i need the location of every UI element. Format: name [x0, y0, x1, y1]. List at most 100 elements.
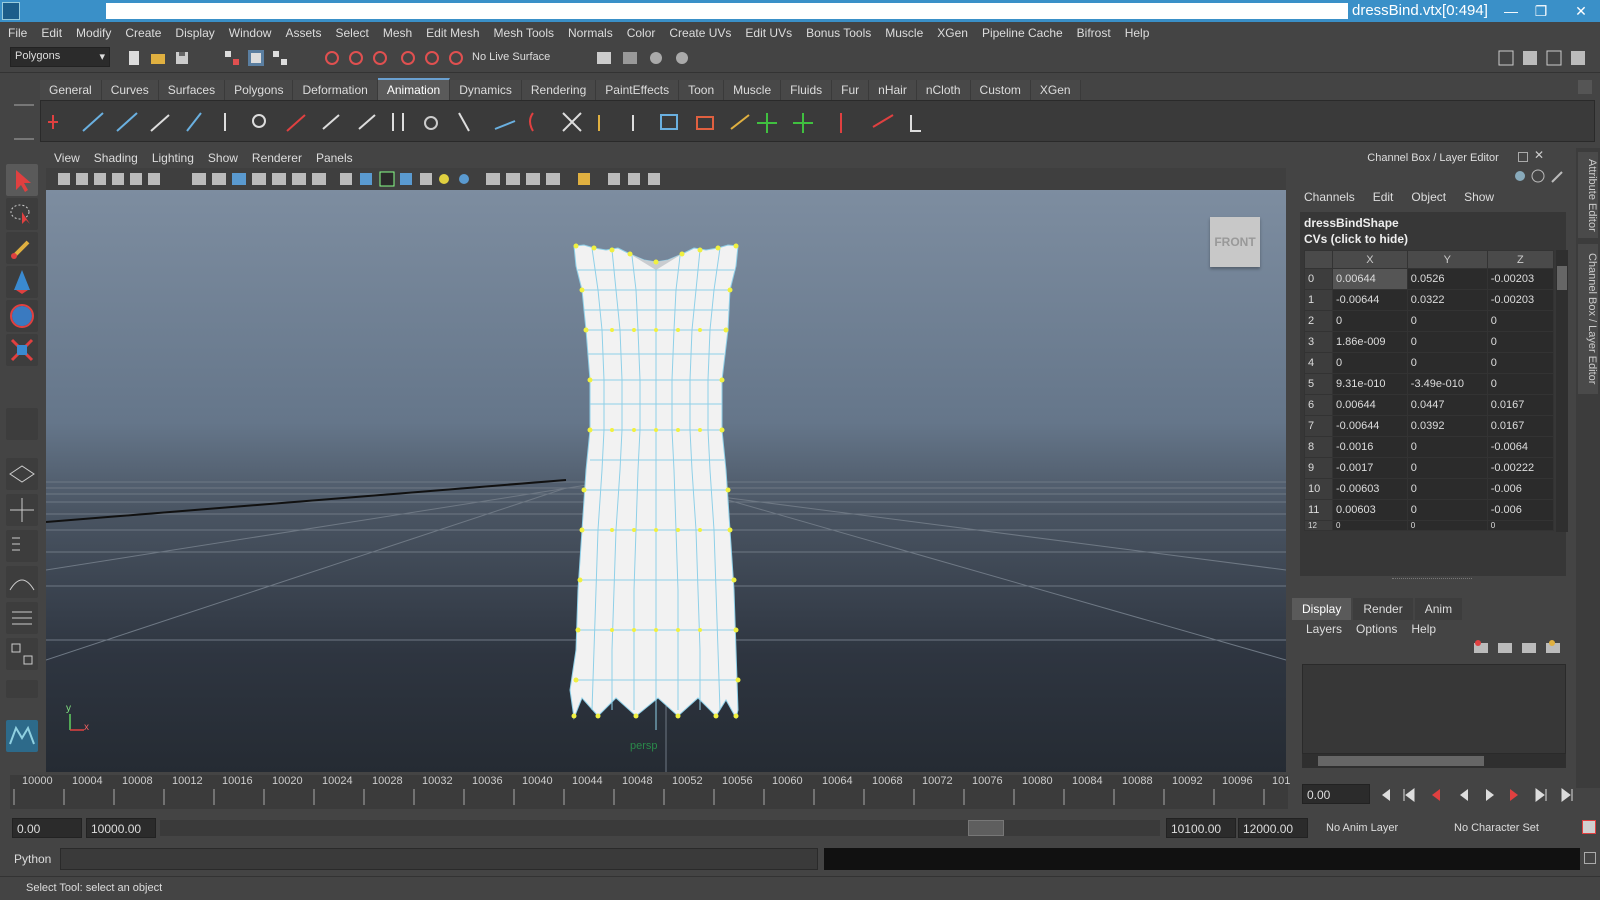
select-tool-icon[interactable]: [6, 164, 38, 196]
cv-z[interactable]: 0.0167: [1486, 394, 1555, 416]
menuset-dropdown[interactable]: Polygons ▾: [10, 47, 110, 67]
cv-x[interactable]: 0.00603: [1332, 499, 1408, 521]
outliner-layout-icon[interactable]: [6, 530, 38, 562]
shelf-tab-surfaces[interactable]: Surfaces: [158, 80, 226, 100]
script-editor-icon[interactable]: [1584, 852, 1596, 864]
snap-curve-icon[interactable]: [346, 48, 366, 68]
toggle-tool-settings-icon[interactable]: [1544, 48, 1564, 68]
menu-edit-mesh[interactable]: Edit Mesh: [426, 26, 479, 40]
menu-xgen[interactable]: XGen: [937, 26, 968, 40]
menu-muscle[interactable]: Muscle: [885, 26, 923, 40]
cv-x[interactable]: -0.00603: [1332, 478, 1408, 500]
playback-end-field[interactable]: 10100.00: [1166, 818, 1236, 838]
cv-table-scrollbar[interactable]: [1556, 250, 1568, 532]
cv-z[interactable]: 0: [1486, 520, 1555, 531]
range-slider-handle[interactable]: [968, 820, 1004, 836]
viewport-menu-show[interactable]: Show: [208, 151, 238, 165]
hypershade-icon[interactable]: [672, 48, 692, 68]
menu-color[interactable]: Color: [627, 26, 656, 40]
last-tool-icon[interactable]: [6, 408, 38, 440]
menu-display[interactable]: Display: [175, 26, 214, 40]
cv-row[interactable]: 11 0.00603 0 -0.006: [1304, 499, 1555, 521]
select-by-object-icon[interactable]: [246, 48, 266, 68]
panel-splitter[interactable]: [1392, 578, 1472, 582]
layer-tab-render[interactable]: Render: [1353, 598, 1413, 620]
menu-modify[interactable]: Modify: [76, 26, 111, 40]
channel-box-icons[interactable]: [1514, 168, 1574, 184]
menu-normals[interactable]: Normals: [568, 26, 613, 40]
cv-z[interactable]: 0.0167: [1486, 415, 1555, 437]
toggle-channel-box-icon[interactable]: [1568, 48, 1588, 68]
graph-editor-layout-icon[interactable]: [6, 566, 38, 598]
menu-create-uvs[interactable]: Create UVs: [669, 26, 731, 40]
cv-x[interactable]: 0: [1332, 310, 1408, 332]
cv-row[interactable]: 0 0.00644 0.0526 -0.00203: [1304, 268, 1555, 290]
menu-edit[interactable]: Edit: [41, 26, 62, 40]
four-view-layout-icon[interactable]: [6, 494, 38, 526]
cv-x[interactable]: 0: [1332, 352, 1408, 374]
shelf-tab-general[interactable]: General: [40, 80, 102, 100]
layer-action-buttons[interactable]: [1472, 638, 1572, 658]
cv-y[interactable]: 0: [1406, 499, 1488, 521]
anim-prefs-icon[interactable]: [1582, 820, 1596, 834]
menu-edit-uvs[interactable]: Edit UVs: [745, 26, 792, 40]
cv-x[interactable]: -0.0017: [1332, 457, 1408, 479]
toggle-attribute-editor-icon[interactable]: [1520, 48, 1540, 68]
cv-x[interactable]: 0.00644: [1332, 394, 1408, 416]
shelf-tab-dynamics[interactable]: Dynamics: [450, 80, 522, 100]
layer-list[interactable]: [1302, 664, 1566, 754]
ipr-render-icon[interactable]: [620, 48, 640, 68]
viewport-menu-panels[interactable]: Panels: [316, 151, 353, 165]
hypershade-layout-icon[interactable]: [6, 638, 38, 670]
cv-row[interactable]: 6 0.00644 0.0447 0.0167: [1304, 394, 1555, 416]
playback-start-field[interactable]: 10000.00: [86, 818, 156, 838]
shelf-tab-polygons[interactable]: Polygons: [225, 80, 294, 100]
shelf-tab-fluids[interactable]: Fluids: [781, 80, 833, 100]
viewport-menu-renderer[interactable]: Renderer: [252, 151, 302, 165]
save-scene-icon[interactable]: [172, 48, 192, 68]
move-tool-icon[interactable]: [6, 266, 38, 298]
snap-view-plane-icon[interactable]: [398, 48, 418, 68]
shelf-tab-ncloth[interactable]: nCloth: [916, 80, 971, 100]
channel-menu-edit[interactable]: Edit: [1373, 190, 1394, 210]
paint-select-tool-icon[interactable]: [6, 232, 38, 264]
menu-create[interactable]: Create: [125, 26, 161, 40]
cv-row[interactable]: 5 9.31e-010 -3.49e-010 0: [1304, 373, 1555, 395]
cv-z[interactable]: 0: [1486, 310, 1555, 332]
maya-app-icon[interactable]: [2, 2, 20, 20]
cv-row[interactable]: 3 1.86e-009 0 0: [1304, 331, 1555, 353]
cv-z[interactable]: -0.006: [1486, 478, 1555, 500]
shelf-editor-icon[interactable]: [1578, 80, 1592, 94]
scene-canvas[interactable]: [46, 190, 1286, 772]
menu-mesh-tools[interactable]: Mesh Tools: [494, 26, 554, 40]
cv-row[interactable]: 9 -0.0017 0 -0.00222: [1304, 457, 1555, 479]
command-language-label[interactable]: Python: [14, 852, 51, 866]
cv-row[interactable]: 8 -0.0016 0 -0.0064: [1304, 436, 1555, 458]
make-live-icon[interactable]: [422, 48, 442, 68]
menu-assets[interactable]: Assets: [285, 26, 321, 40]
cv-z[interactable]: 0: [1486, 331, 1555, 353]
float-panel-icon[interactable]: [1518, 152, 1528, 162]
viewcube[interactable]: FRONT: [1210, 217, 1260, 267]
cv-x[interactable]: 1.86e-009: [1332, 331, 1408, 353]
cv-z[interactable]: 0: [1486, 373, 1555, 395]
select-by-hierarchy-icon[interactable]: [222, 48, 242, 68]
open-scene-icon[interactable]: [148, 48, 168, 68]
render-settings-icon[interactable]: [646, 48, 666, 68]
cv-row[interactable]: 1 -0.00644 0.0322 -0.00203: [1304, 289, 1555, 311]
layer-menu-help[interactable]: Help: [1411, 622, 1436, 636]
menu-help[interactable]: Help: [1125, 26, 1150, 40]
cv-row[interactable]: 2000: [1304, 310, 1555, 332]
cv-x[interactable]: 9.31e-010: [1332, 373, 1408, 395]
channel-menu-object[interactable]: Object: [1411, 190, 1446, 210]
shelf-tab-fur[interactable]: Fur: [832, 80, 870, 100]
shelf-tab-custom[interactable]: Custom: [970, 80, 1031, 100]
rotate-tool-icon[interactable]: [6, 300, 38, 332]
cv-y[interactable]: 0: [1406, 478, 1488, 500]
command-input[interactable]: [60, 848, 818, 870]
cv-y[interactable]: 0: [1406, 520, 1488, 531]
cv-z[interactable]: -0.00203: [1486, 289, 1555, 311]
cv-z[interactable]: -0.00203: [1486, 268, 1555, 290]
animation-end-field[interactable]: 12000.00: [1238, 818, 1308, 838]
cv-x[interactable]: -0.0016: [1332, 436, 1408, 458]
